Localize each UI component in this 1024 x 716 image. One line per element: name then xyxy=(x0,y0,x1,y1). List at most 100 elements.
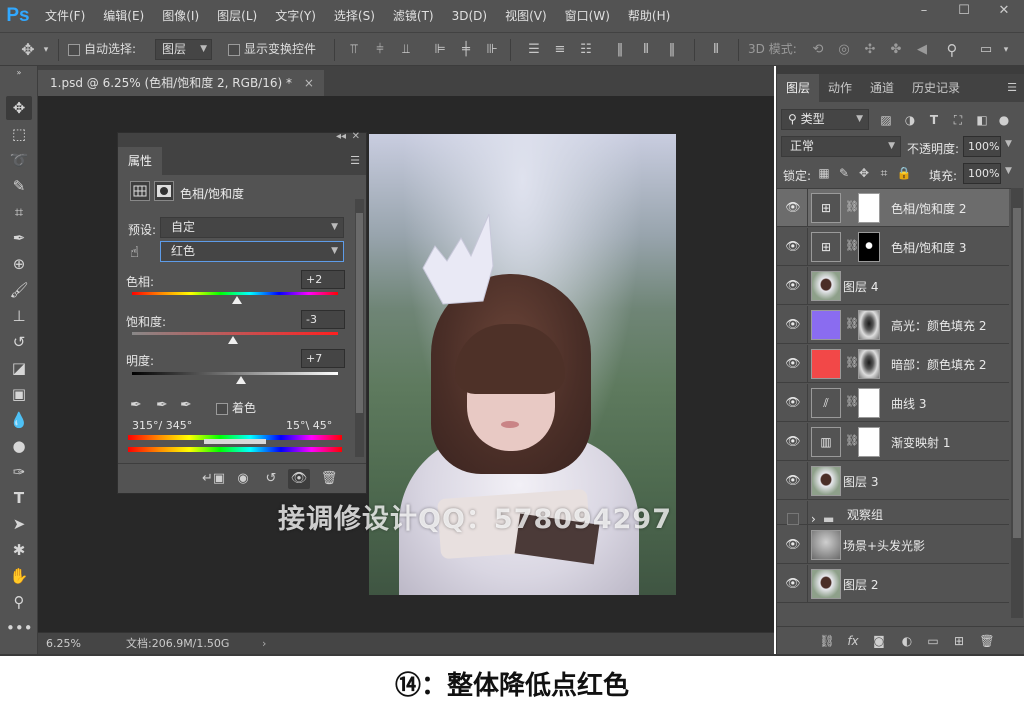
blend-mode-dropdown[interactable]: 正常 ▼ xyxy=(781,136,901,157)
menu-item[interactable]: 视图(V) xyxy=(496,0,556,32)
layer-mask-thumbnail[interactable] xyxy=(858,349,880,379)
properties-scrollbar[interactable] xyxy=(355,199,364,457)
eye-icon[interactable]: 👁 xyxy=(785,536,801,552)
eye-icon[interactable]: 👁 xyxy=(785,433,801,449)
link-layers-icon[interactable]: ⛓ xyxy=(817,632,837,650)
mask-link-icon[interactable]: ⛓ xyxy=(845,317,859,330)
blur-tool-icon[interactable]: 💧 xyxy=(6,408,32,432)
channel-dropdown[interactable]: 红色 ▼ xyxy=(160,241,344,262)
3d-drag-icon[interactable]: ✣ xyxy=(862,42,878,58)
colorize-option[interactable]: 着色 xyxy=(216,399,256,416)
brush-tool-icon[interactable]: 🖌 xyxy=(6,278,32,302)
layer-row[interactable]: 👁 ⊞ ⛓ 色相/饱和度 3 xyxy=(777,228,1009,266)
move-tool-icon[interactable]: ✥ xyxy=(6,96,32,120)
more-tools-icon[interactable]: ••• xyxy=(6,616,33,640)
type-filter-icon[interactable]: T xyxy=(925,111,943,129)
layer-row[interactable]: 👁 图层 3 xyxy=(777,462,1009,500)
mask-link-icon[interactable]: ⛓ xyxy=(845,200,859,213)
menu-item[interactable]: 文件(F) xyxy=(36,0,94,32)
gradient-tool-icon[interactable]: ▣ xyxy=(6,382,32,406)
lightness-slider-track[interactable] xyxy=(132,372,338,375)
tab-actions[interactable]: 动作 xyxy=(819,74,861,102)
clip-to-layer-icon[interactable]: ↵▣ xyxy=(202,469,225,489)
panel-menu-icon[interactable]: ☰ xyxy=(350,154,360,167)
distribute-top-icon[interactable]: ☰ xyxy=(526,42,542,58)
chevron-down-icon[interactable]: ▾ xyxy=(998,42,1014,58)
distribute-left-icon[interactable]: ‖ xyxy=(612,42,628,58)
align-vcenter-icon[interactable]: ⫩ xyxy=(372,42,388,58)
3d-scale-icon[interactable]: ◀ xyxy=(914,42,930,58)
layer-row[interactable]: 👁 ▥ ⛓ 渐变映射 1 xyxy=(777,423,1009,461)
chevron-down-icon[interactable]: ▼ xyxy=(1005,166,1012,176)
saturation-slider-thumb[interactable] xyxy=(227,336,238,344)
clone-stamp-tool-icon[interactable]: ⊥ xyxy=(6,304,32,328)
layers-scrollbar[interactable] xyxy=(1011,188,1023,618)
hue-value-field[interactable]: +2 xyxy=(301,270,345,289)
targeted-adjustment-hand-icon[interactable]: ☝ xyxy=(130,243,139,261)
chevron-down-icon[interactable]: ▼ xyxy=(1005,139,1012,149)
collapse-icon[interactable]: ◂◂ xyxy=(336,131,346,142)
eye-icon[interactable]: 👁 xyxy=(785,316,801,332)
layer-row[interactable]: 👁 ⫽ ⛓ 曲线 3 xyxy=(777,384,1009,422)
auto-select-option[interactable]: 自动选择: xyxy=(68,33,136,66)
eye-icon[interactable]: 👁 xyxy=(785,575,801,591)
search-icon[interactable]: ⚲ xyxy=(944,42,960,58)
menu-item[interactable]: 图像(I) xyxy=(153,0,208,32)
eyedropper-add-icon[interactable]: ✒ xyxy=(156,397,168,413)
layer-row[interactable]: › ▬ 观察组 xyxy=(777,501,1009,539)
mask-link-icon[interactable]: ⛓ xyxy=(845,356,859,369)
menu-item[interactable]: 选择(S) xyxy=(325,0,384,32)
smart-object-filter-icon[interactable]: ◧ xyxy=(973,111,991,129)
maximize-button[interactable]: ☐ xyxy=(944,0,984,22)
new-adjustment-icon[interactable]: ◐ xyxy=(897,632,917,650)
menu-item[interactable]: 窗口(W) xyxy=(556,0,619,32)
collapse-icon[interactable]: » xyxy=(6,68,32,78)
distribute-bottom-icon[interactable]: ☷ xyxy=(578,42,594,58)
menu-item[interactable]: 图层(L) xyxy=(208,0,266,32)
layer-mask-thumbnail[interactable] xyxy=(858,310,880,340)
eyedropper-icon[interactable]: ✒ xyxy=(130,397,142,413)
menu-item[interactable]: 3D(D) xyxy=(443,0,496,32)
align-right-icon[interactable]: ⊪ xyxy=(484,42,500,58)
eyedropper-subtract-icon[interactable]: ✒ xyxy=(180,397,192,413)
mask-link-icon[interactable]: ⛓ xyxy=(845,395,859,408)
lock-pixels-icon[interactable]: ✎ xyxy=(835,164,853,182)
show-transform-option[interactable]: 显示变换控件 xyxy=(228,33,316,66)
properties-titlebar[interactable]: ◂◂ ✕ xyxy=(118,131,366,147)
eye-icon[interactable]: 👁 xyxy=(785,277,801,293)
tab-layers[interactable]: 图层 xyxy=(777,74,820,102)
delete-icon[interactable]: 🗑 xyxy=(318,469,340,489)
type-tool-icon[interactable]: T xyxy=(6,486,32,510)
align-hcenter-icon[interactable]: ╪ xyxy=(458,42,474,58)
mask-link-icon[interactable]: ⛓ xyxy=(845,434,859,447)
layer-row[interactable]: 👁 ⛓ 暗部：颜色填充 2 xyxy=(777,345,1009,383)
workspace-icon[interactable]: ▭ xyxy=(978,42,994,58)
distribute-vcenter-icon[interactable]: ≡ xyxy=(552,42,568,58)
hand-tool-icon[interactable]: ✋ xyxy=(6,564,32,588)
eye-icon[interactable]: 👁 xyxy=(785,238,801,254)
eraser-tool-icon[interactable]: ◪ xyxy=(6,356,32,380)
pen-tool-icon[interactable]: ✑ xyxy=(6,460,32,484)
zoom-level[interactable]: 6.25% xyxy=(46,633,81,655)
layer-filter-dropdown[interactable]: ⚲ 类型 ▼ xyxy=(781,109,869,130)
eye-icon[interactable]: 👁 xyxy=(785,394,801,410)
layer-row[interactable]: 👁 图层 4 xyxy=(777,267,1009,305)
layer-style-icon[interactable]: fx xyxy=(843,632,863,650)
auto-select-target-dropdown[interactable]: 图层 ▼ xyxy=(155,39,212,60)
tab-properties[interactable]: 属性 xyxy=(118,147,163,175)
mask-icon[interactable] xyxy=(154,181,174,201)
marquee-tool-icon[interactable]: ⬚ xyxy=(6,122,32,146)
preset-dropdown[interactable]: 自定 ▼ xyxy=(160,217,344,238)
eye-icon[interactable]: 👁 xyxy=(785,472,801,488)
healing-brush-tool-icon[interactable]: ⊕ xyxy=(6,252,32,276)
auto-select-checkbox[interactable] xyxy=(68,43,80,56)
toggle-visibility-icon[interactable]: 👁 xyxy=(288,469,310,489)
chevron-right-icon[interactable]: › xyxy=(811,512,816,526)
layer-row[interactable]: 👁 场景+头发光影 xyxy=(777,526,1009,564)
panel-menu-icon[interactable]: ☰ xyxy=(1007,81,1017,94)
saturation-value-field[interactable]: -3 xyxy=(301,310,345,329)
view-previous-state-icon[interactable]: ◉ xyxy=(232,469,254,489)
history-brush-tool-icon[interactable]: ↺ xyxy=(6,330,32,354)
close-icon[interactable]: ✕ xyxy=(352,131,360,142)
lasso-tool-icon[interactable]: ➰ xyxy=(6,148,32,172)
